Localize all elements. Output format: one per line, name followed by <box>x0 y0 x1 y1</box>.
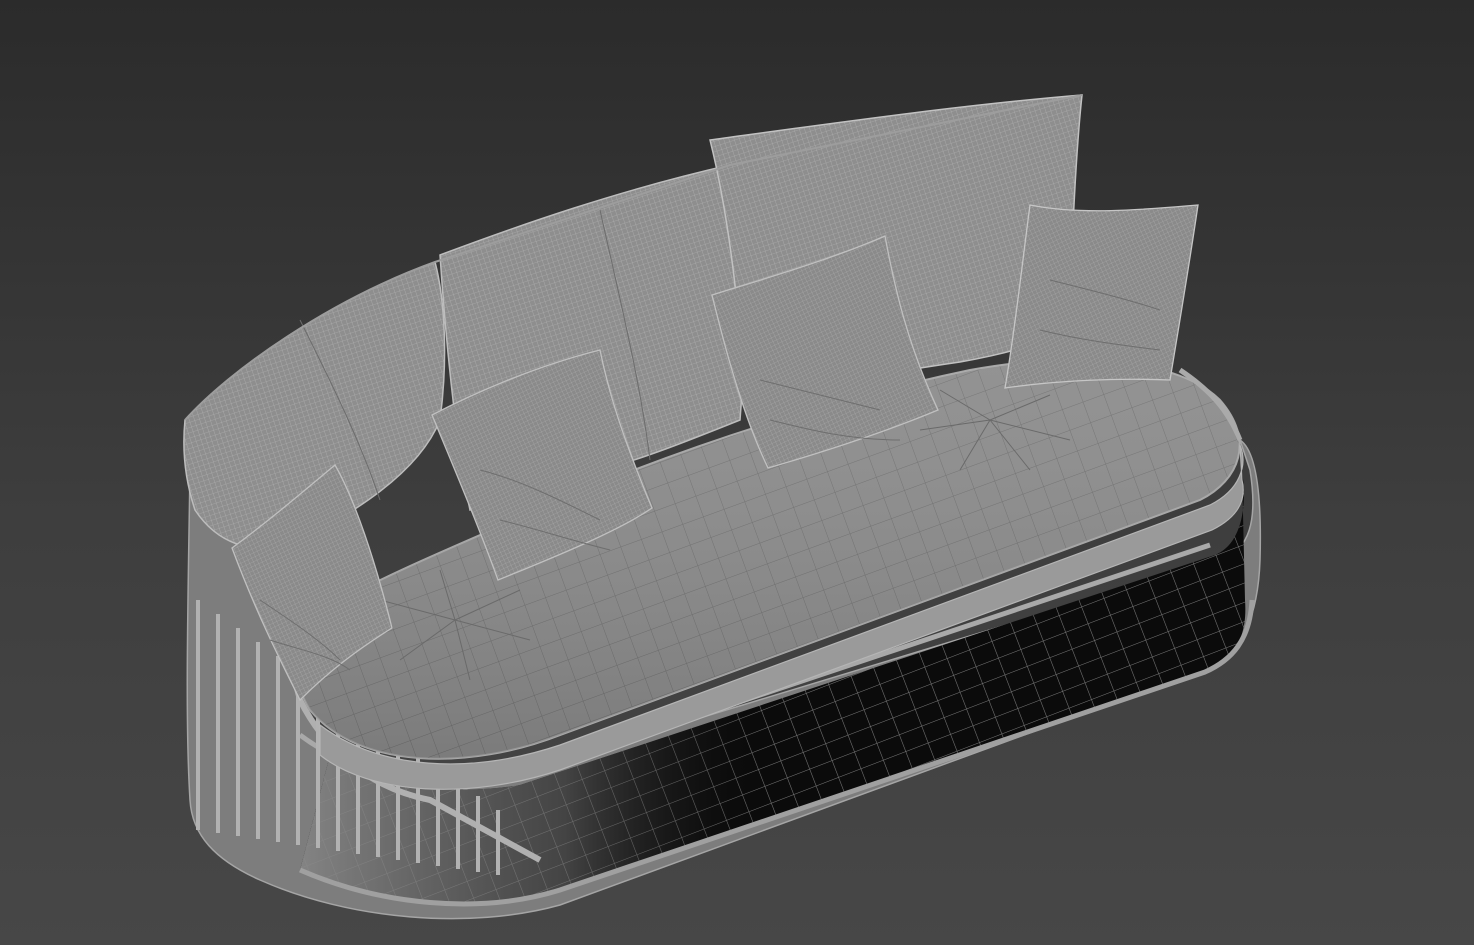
pillow-4[interactable] <box>1004 204 1199 389</box>
3d-viewport[interactable] <box>0 0 1474 945</box>
wireframe-scene[interactable] <box>0 0 1474 945</box>
